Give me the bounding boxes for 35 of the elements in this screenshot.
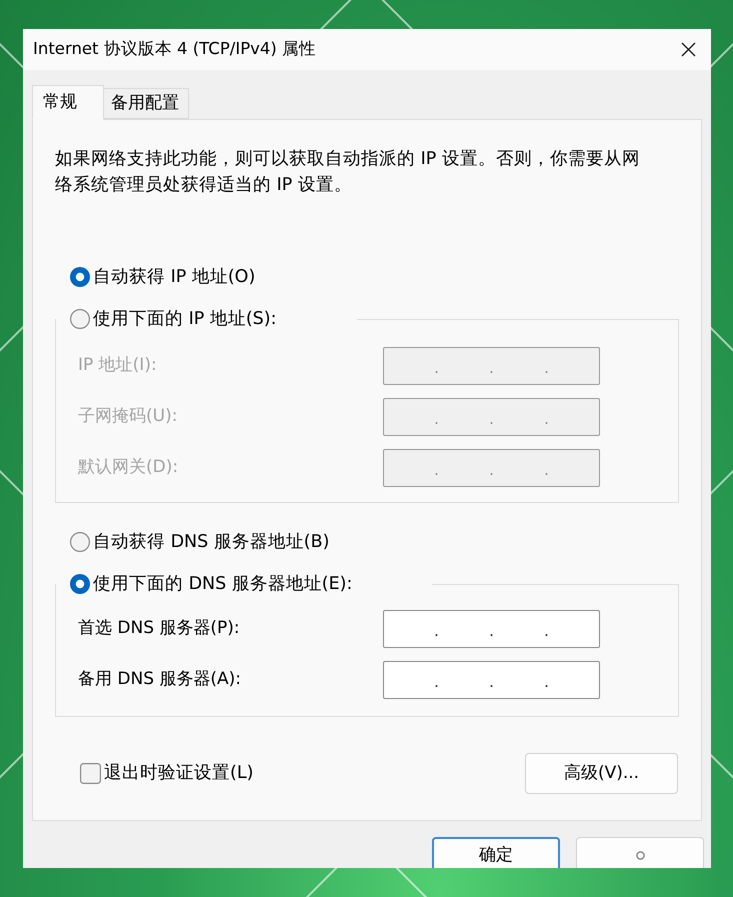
ip-separator: .: [544, 620, 549, 638]
field-label: 默认网关(D):: [78, 456, 180, 480]
field-label: IP 地址(I):: [78, 354, 158, 378]
checkbox-option[interactable]: 退出时验证设置(L): [80, 760, 254, 787]
tab[interactable]: 备用配置: [104, 88, 189, 119]
ip-address-field[interactable]: . . .: [383, 610, 600, 648]
ip-separator: .: [544, 358, 549, 376]
ip-separator: .: [434, 620, 439, 638]
description-text: 如果网络支持此功能，则可以获取自动指派的 IP 设置。否则，你需要从网络系统管理员处获得适当的 IP 设置。: [55, 148, 641, 197]
ip-separator: .: [544, 408, 549, 426]
radio-option[interactable]: 使用下面的 IP 地址(S):: [70, 307, 276, 331]
ip-separator: .: [489, 620, 494, 638]
window-title: Internet 协议版本 4 (TCP/IPv4) 属性: [33, 38, 316, 60]
advanced-button[interactable]: 高级(V)...: [525, 753, 678, 794]
radio-option[interactable]: 使用下面的 DNS 服务器地址(E):: [70, 572, 352, 596]
field-label: 首选 DNS 服务器(P):: [78, 617, 241, 640]
ip-separator: .: [489, 460, 494, 478]
field-label: 备用 DNS 服务器(A):: [78, 668, 242, 692]
ip-separator: .: [544, 672, 549, 690]
ip-separator: .: [434, 408, 439, 426]
ip-separator: .: [544, 460, 549, 478]
field-label: 子网掩码(U):: [78, 405, 178, 428]
ip-separator: .: [434, 358, 439, 376]
radio-option[interactable]: 自动获得 IP 地址(O): [70, 265, 256, 289]
ip-separator: .: [489, 358, 494, 376]
ip-separator: .: [489, 408, 494, 426]
tab[interactable]: 常规: [32, 85, 104, 120]
radio-option[interactable]: 自动获得 DNS 服务器地址(B): [70, 530, 330, 554]
close-icon: [680, 42, 696, 57]
ip-separator: .: [489, 672, 494, 690]
ip-address-field[interactable]: . . .: [383, 661, 600, 699]
ok-button[interactable]: 确定: [432, 837, 560, 868]
ip-separator: .: [434, 672, 439, 690]
ip-separator: .: [434, 460, 439, 478]
ring-icon: [636, 850, 644, 860]
